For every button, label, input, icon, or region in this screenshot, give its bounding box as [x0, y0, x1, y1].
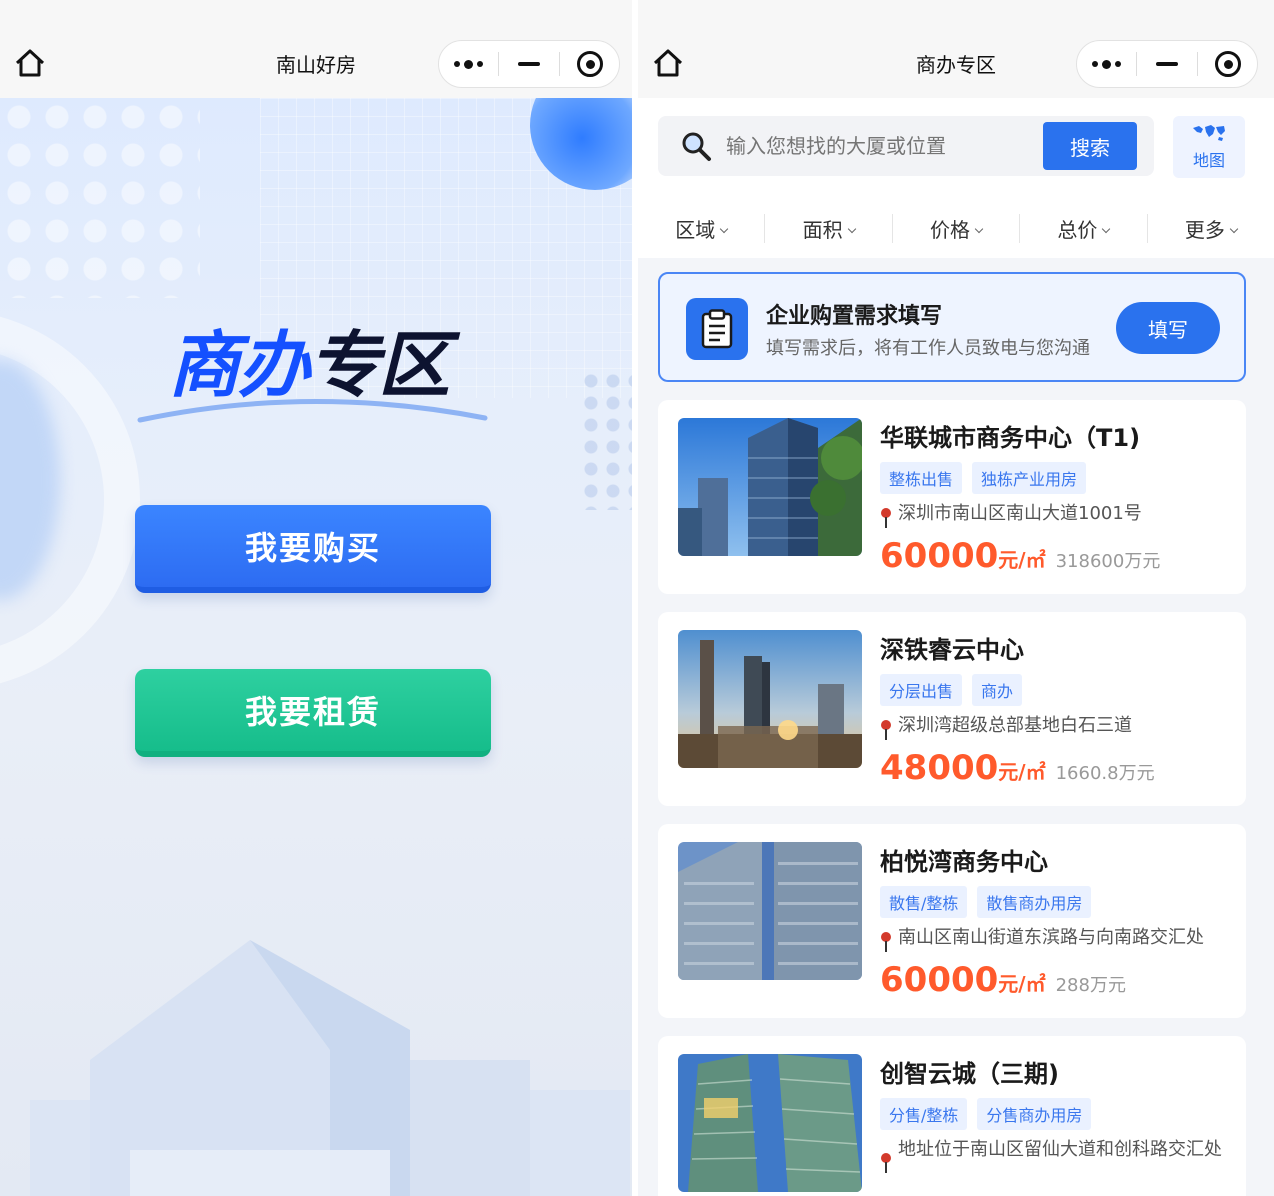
- listing-tag: 分售商办用房: [977, 1098, 1092, 1130]
- listing-tag: 散售商办用房: [977, 886, 1092, 918]
- listing-title: 柏悦湾商务中心: [880, 848, 1048, 876]
- filter-bar: 区域 面积 价格 总价 更多: [638, 202, 1274, 254]
- listing-card[interactable]: 深铁睿云中心 分层出售 商办 深圳湾超级总部基地白石三道 48000元/㎡ 16…: [658, 612, 1246, 806]
- listing-price-row: 48000元/㎡ 1660.8万元: [880, 748, 1155, 788]
- more-dots-icon: [1091, 59, 1121, 69]
- location-pin-icon: [881, 508, 891, 528]
- rent-button[interactable]: 我要租赁: [135, 669, 491, 757]
- listing-photo: [678, 630, 862, 768]
- listing-address-text: 地址位于南山区留仙大道和创科路交汇处: [898, 1139, 1222, 1160]
- location-pin-icon: [881, 932, 891, 952]
- location-pin-icon: [881, 720, 891, 740]
- close-button[interactable]: [562, 42, 618, 86]
- search-input[interactable]: [726, 116, 1026, 176]
- mini-program-navbar: 南山好房: [0, 0, 632, 98]
- more-button[interactable]: [1078, 42, 1134, 86]
- listing-address: 深圳市南山区南山大道1001号: [880, 502, 1228, 529]
- listing-tags: 分售/整栋 分售商办用房: [880, 1098, 1092, 1130]
- unit-price: 60000: [880, 960, 999, 1000]
- price-unit: 元/㎡: [998, 972, 1046, 996]
- requirement-subtitle: 填写需求后，将有工作人员致电与您沟通: [766, 338, 1090, 359]
- filter-more[interactable]: 更多: [1146, 213, 1274, 243]
- listing-tags: 散售/整栋 散售商办用房: [880, 886, 1092, 918]
- listing-title: 创智云城（三期): [880, 1060, 1059, 1088]
- listing-address: 地址位于南山区留仙大道和创科路交汇处: [880, 1138, 1228, 1174]
- listing-photo: [678, 1054, 862, 1192]
- search-button[interactable]: 搜索: [1043, 122, 1137, 170]
- landing-pane: 南山好房 商办专区 我要购买 我要租赁: [0, 0, 632, 1196]
- world-map-icon: [1193, 125, 1225, 141]
- listing-tags: 整栋出售 独栋产业用房: [880, 462, 1087, 494]
- minimize-button[interactable]: [501, 42, 557, 86]
- search-bar: 搜索: [658, 116, 1154, 176]
- listing-title: 华联城市商务中心（T1): [880, 424, 1141, 452]
- filter-region[interactable]: 区域: [638, 214, 764, 243]
- listing-tag: 整栋出售: [880, 462, 963, 494]
- map-label: 地图: [1192, 151, 1225, 170]
- minimize-icon: [1156, 62, 1178, 66]
- price-unit: 元/㎡: [998, 760, 1046, 784]
- listing-tags: 分层出售 商办: [880, 674, 1023, 706]
- listing-card[interactable]: 柏悦湾商务中心 散售/整栋 散售商办用房 南山区南山街道东滨路与向南路交汇处 6…: [658, 824, 1246, 1018]
- unit-price: 60000: [880, 536, 999, 576]
- capsule-divider: [559, 52, 560, 76]
- search-icon: [682, 132, 711, 161]
- minimize-button[interactable]: [1139, 42, 1195, 86]
- more-button[interactable]: [440, 42, 496, 86]
- capsule-divider: [498, 52, 499, 76]
- listing-address: 深圳湾超级总部基地白石三道: [880, 714, 1228, 741]
- mini-program-capsule: [1076, 40, 1258, 88]
- search-section: 搜索 地图 区域 面积 价格 总价 更多: [638, 98, 1274, 258]
- listing-card[interactable]: 华联城市商务中心（T1) 整栋出售 独栋产业用房 深圳市南山区南山大道1001号…: [658, 400, 1246, 594]
- location-pin-icon: [881, 1153, 891, 1173]
- fill-requirement-button[interactable]: 填写: [1116, 302, 1220, 354]
- filter-price[interactable]: 价格: [891, 213, 1019, 243]
- price-unit: 元/㎡: [998, 548, 1046, 572]
- clipboard-icon: [686, 298, 748, 360]
- listing-tag: 散售/整栋: [880, 886, 968, 918]
- listing-address-text: 深圳湾超级总部基地白石三道: [898, 715, 1132, 736]
- unit-price: 48000: [880, 748, 999, 788]
- buy-button[interactable]: 我要购买: [135, 505, 491, 593]
- listing-address-text: 南山区南山街道东滨路与向南路交汇处: [898, 927, 1204, 948]
- mini-program-capsule: [438, 40, 620, 88]
- total-price: 288万元: [1055, 975, 1126, 996]
- listing-photo: [678, 842, 862, 980]
- total-price: 318600万元: [1055, 551, 1161, 572]
- listing-address-text: 深圳市南山区南山大道1001号: [898, 503, 1142, 524]
- background-dots-right: [580, 370, 632, 510]
- close-button[interactable]: [1200, 42, 1256, 86]
- capsule-divider: [1136, 52, 1137, 76]
- listing-tag: 商办: [972, 674, 1023, 706]
- filter-total-price[interactable]: 总价: [1019, 213, 1146, 243]
- capsule-divider: [1197, 52, 1198, 76]
- mini-program-navbar: 商办专区: [638, 0, 1274, 98]
- zone-logo: 商办专区: [130, 300, 490, 430]
- listing-title: 深铁睿云中心: [880, 636, 1024, 664]
- close-target-icon: [1215, 51, 1241, 77]
- listing-photo: [678, 418, 862, 556]
- listing-tag: 分售/整栋: [880, 1098, 968, 1130]
- listing-price-row: 60000元/㎡ 318600万元: [880, 536, 1160, 576]
- requirement-title: 企业购置需求填写: [766, 304, 943, 329]
- total-price: 1660.8万元: [1055, 763, 1155, 784]
- requirement-banner[interactable]: 企业购置需求填写 填写需求后，将有工作人员致电与您沟通 填写: [658, 272, 1246, 382]
- listing-card[interactable]: 创智云城（三期) 分售/整栋 分售商办用房 地址位于南山区留仙大道和创科路交汇处: [658, 1036, 1246, 1196]
- close-target-icon: [577, 51, 603, 77]
- filter-area[interactable]: 面积: [764, 213, 891, 243]
- listing-tag: 分层出售: [880, 674, 963, 706]
- more-dots-icon: [453, 59, 483, 69]
- listing-address: 南山区南山街道东滨路与向南路交汇处: [880, 926, 1228, 953]
- map-button[interactable]: 地图: [1173, 116, 1245, 178]
- logo-swoosh: [137, 398, 488, 423]
- background-dots: [0, 98, 200, 298]
- building-illustration: [30, 940, 630, 1196]
- minimize-icon: [518, 62, 540, 66]
- listing-tag: 独栋产业用房: [972, 462, 1087, 494]
- listing-pane: 商办专区 搜: [638, 0, 1274, 1196]
- listing-price-row: 60000元/㎡ 288万元: [880, 960, 1126, 1000]
